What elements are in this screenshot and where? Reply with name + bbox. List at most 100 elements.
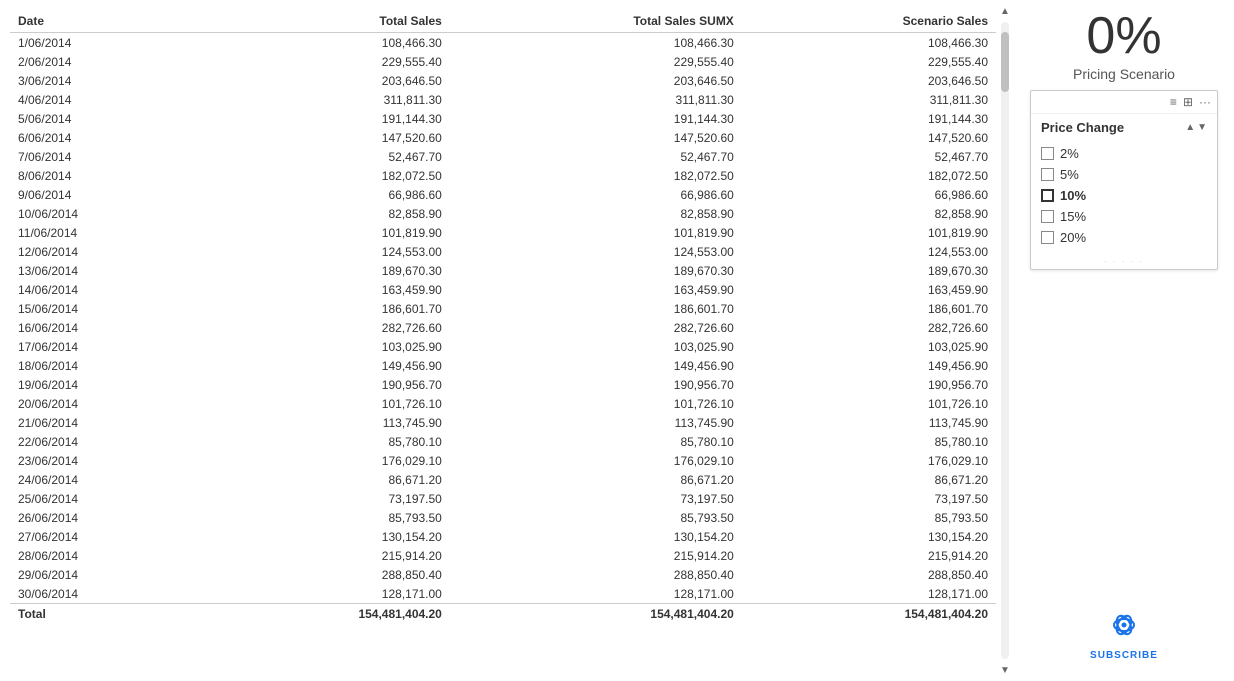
filter-checkbox[interactable] [1041,210,1054,223]
cell-value: 113,745.90 [201,413,450,432]
table-row: 12/06/2014124,553.00124,553.00124,553.00 [10,242,996,261]
scrollbar[interactable]: ▲ ▼ [996,0,1014,681]
cell-value: 124,553.00 [742,242,996,261]
filter-checkbox[interactable] [1041,231,1054,244]
cell-date: 1/06/2014 [10,33,201,53]
table-row: 22/06/201485,780.1085,780.1085,780.10 [10,432,996,451]
filter-option[interactable]: 20% [1041,227,1207,248]
scroll-up-arrow[interactable]: ▲ [998,4,1012,18]
cell-value: 282,726.60 [450,318,742,337]
cell-value: 73,197.50 [201,489,450,508]
filter-checkbox[interactable] [1041,168,1054,181]
table-header-row: Date Total Sales Total Sales SUMX Scenar… [10,10,996,33]
cell-value: 191,144.30 [742,109,996,128]
cell-value: 149,456.90 [742,356,996,375]
pricing-scenario-display: 0% Pricing Scenario [1073,10,1175,82]
table-row: 6/06/2014147,520.60147,520.60147,520.60 [10,128,996,147]
cell-date: 19/06/2014 [10,375,201,394]
filter-option[interactable]: 10% [1041,185,1207,206]
cell-value: 85,793.50 [201,508,450,527]
table-section: Date Total Sales Total Sales SUMX Scenar… [0,0,996,681]
cell-value: 186,601.70 [201,299,450,318]
col-header-date: Date [10,10,201,33]
cell-value: 182,072.50 [742,166,996,185]
filter-checkbox[interactable] [1041,189,1054,202]
cell-value: 215,914.20 [742,546,996,565]
cell-value: 73,197.50 [450,489,742,508]
filter-checkbox[interactable] [1041,147,1054,160]
table-row: 1/06/2014108,466.30108,466.30108,466.30 [10,33,996,53]
cell-value: 52,467.70 [201,147,450,166]
cell-value: 163,459.90 [742,280,996,299]
table-row: 14/06/2014163,459.90163,459.90163,459.90 [10,280,996,299]
cell-value: 215,914.20 [201,546,450,565]
cell-date: 14/06/2014 [10,280,201,299]
filter-card-body: Price Change ▲ ▼ 2%5%10%15%20% [1031,114,1217,254]
cell-value: 66,986.60 [201,185,450,204]
table-row: 21/06/2014113,745.90113,745.90113,745.90 [10,413,996,432]
cell-value: 186,601.70 [450,299,742,318]
cell-value: 149,456.90 [450,356,742,375]
sort-asc-icon[interactable]: ▲ [1185,122,1195,133]
more-icon[interactable]: ··· [1199,95,1211,109]
subscribe-icon[interactable] [1108,609,1140,648]
col-header-scenario-sales: Scenario Sales [742,10,996,33]
cell-value: 101,726.10 [450,394,742,413]
cell-value: 113,745.90 [742,413,996,432]
cell-value: 311,811.30 [742,90,996,109]
table-row: 16/06/2014282,726.60282,726.60282,726.60 [10,318,996,337]
cell-value: 176,029.10 [742,451,996,470]
filter-options-container: 2% 5% 10%15% 20% [1041,143,1207,248]
filter-option[interactable]: 15% [1041,206,1207,227]
filter-option-label: 5% [1060,167,1079,182]
total-value: 154,481,404.20 [201,604,450,624]
cell-value: 282,726.60 [201,318,450,337]
table-row: 9/06/201466,986.6066,986.6066,986.60 [10,185,996,204]
cell-value: 103,025.90 [201,337,450,356]
cell-date: 28/06/2014 [10,546,201,565]
table-row: 27/06/2014130,154.20130,154.20130,154.20 [10,527,996,546]
subscribe-label[interactable]: SUBSCRIBE [1090,650,1158,661]
table-row: 3/06/2014203,646.50203,646.50203,646.50 [10,71,996,90]
scroll-thumb[interactable] [1001,32,1009,92]
filter-option[interactable]: 2% [1041,143,1207,164]
table-row: 18/06/2014149,456.90149,456.90149,456.90 [10,356,996,375]
cell-value: 229,555.40 [201,52,450,71]
cell-value: 128,171.00 [450,584,742,604]
cell-value: 108,466.30 [450,33,742,53]
cell-date: 22/06/2014 [10,432,201,451]
subscribe-area: SUBSCRIBE [1090,609,1158,671]
chart-icon[interactable]: ⊞ [1183,95,1193,109]
cell-value: 85,780.10 [201,432,450,451]
resize-handle: · · · · · [1104,257,1144,266]
table-row: 30/06/2014128,171.00128,171.00128,171.00 [10,584,996,604]
cell-date: 24/06/2014 [10,470,201,489]
scroll-down-arrow[interactable]: ▼ [998,663,1012,677]
cell-date: 4/06/2014 [10,90,201,109]
cell-date: 30/06/2014 [10,584,201,604]
filter-card: ≡ ⊞ ··· Price Change ▲ ▼ 2%5%10%15%20% ·… [1030,90,1218,270]
col-header-total-sales-sumx: Total Sales SUMX [450,10,742,33]
cell-value: 149,456.90 [201,356,450,375]
table-row: 4/06/2014311,811.30311,811.30311,811.30 [10,90,996,109]
table-row: 19/06/2014190,956.70190,956.70190,956.70 [10,375,996,394]
cell-value: 215,914.20 [450,546,742,565]
scroll-track[interactable] [1001,22,1009,659]
cell-value: 85,793.50 [450,508,742,527]
filter-card-footer: · · · · · [1031,254,1217,269]
cell-date: 3/06/2014 [10,71,201,90]
right-panel: 0% Pricing Scenario ≡ ⊞ ··· Price Change… [1014,0,1234,681]
cell-value: 103,025.90 [742,337,996,356]
cell-date: 15/06/2014 [10,299,201,318]
cell-date: 25/06/2014 [10,489,201,508]
hamburger-icon[interactable]: ≡ [1170,95,1177,109]
filter-option-label: 20% [1060,230,1086,245]
pricing-scenario-label: Pricing Scenario [1073,66,1175,82]
cell-value: 189,670.30 [450,261,742,280]
cell-value: 190,956.70 [742,375,996,394]
sort-desc-icon[interactable]: ▼ [1197,122,1207,133]
table-row: 24/06/201486,671.2086,671.2086,671.20 [10,470,996,489]
cell-value: 229,555.40 [450,52,742,71]
cell-value: 124,553.00 [201,242,450,261]
filter-option[interactable]: 5% [1041,164,1207,185]
